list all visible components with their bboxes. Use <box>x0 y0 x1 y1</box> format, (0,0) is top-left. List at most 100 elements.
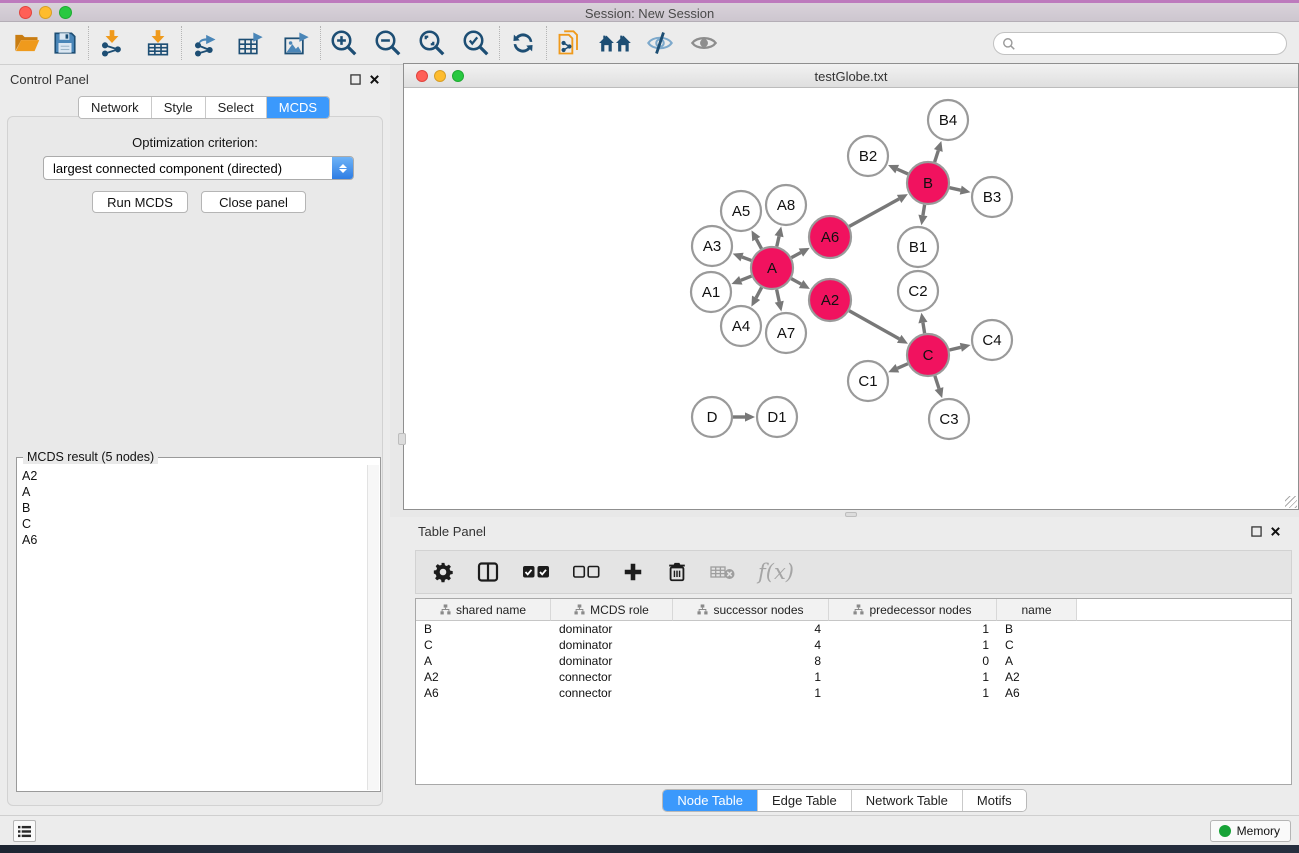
table-settings-icon[interactable] <box>432 561 454 583</box>
node-C1[interactable]: C1 <box>848 361 888 401</box>
refresh-icon[interactable] <box>508 28 538 58</box>
search-box[interactable] <box>993 32 1287 55</box>
export-image-icon[interactable] <box>282 28 312 58</box>
criterion-dropdown[interactable]: largest connected component (directed) <box>43 156 354 180</box>
cell[interactable]: 1 <box>673 669 829 685</box>
edge-A-A8[interactable] <box>775 226 784 246</box>
result-scrollbar[interactable] <box>367 465 379 790</box>
node-A6[interactable]: A6 <box>809 216 851 258</box>
run-mcds-button[interactable]: Run MCDS <box>92 191 188 213</box>
network-canvas[interactable]: B4B2BB3A5A8A6B1A3AA1C2A2A4A7C4CC1C3DD1 <box>404 88 1298 509</box>
cell[interactable]: 1 <box>673 685 829 701</box>
import-table-icon[interactable] <box>143 28 173 58</box>
table-row[interactable]: A2connector11A2 <box>416 669 1291 685</box>
result-item[interactable]: B <box>22 500 368 516</box>
node-A8[interactable]: A8 <box>766 185 806 225</box>
cell[interactable]: 1 <box>829 685 997 701</box>
cell[interactable]: 0 <box>829 653 997 669</box>
table-row[interactable]: A6connector11A6 <box>416 685 1291 701</box>
edge-A-A4[interactable] <box>751 287 761 306</box>
edge-A-A7[interactable] <box>775 290 784 312</box>
node-A3[interactable]: A3 <box>692 226 732 266</box>
cell[interactable]: C <box>997 637 1077 653</box>
tab-select[interactable]: Select <box>206 97 267 118</box>
column-header-MCDS-role[interactable]: MCDS role <box>551 599 673 621</box>
edge-B-B4[interactable] <box>934 141 943 162</box>
hide-selected-icon[interactable] <box>645 28 675 58</box>
open-file-icon[interactable] <box>12 28 42 58</box>
edge-C-C1[interactable] <box>888 364 908 373</box>
edge-A-A2[interactable] <box>791 279 810 289</box>
column-header-shared-name[interactable]: shared name <box>416 599 551 621</box>
column-header-name[interactable]: name <box>997 599 1077 621</box>
select-all-columns-icon[interactable] <box>522 564 550 580</box>
save-session-icon[interactable] <box>50 28 80 58</box>
node-D[interactable]: D <box>692 397 732 437</box>
table-row[interactable]: Bdominator41B <box>416 621 1291 637</box>
cell[interactable]: 1 <box>829 621 997 637</box>
close-panel-icon[interactable] <box>369 74 380 85</box>
clone-network-icon[interactable] <box>555 28 585 58</box>
edge-B-B3[interactable] <box>949 186 970 195</box>
import-network-icon[interactable] <box>97 28 127 58</box>
node-C2[interactable]: C2 <box>898 271 938 311</box>
column-header-predecessor-nodes[interactable]: predecessor nodes <box>829 599 997 621</box>
cell[interactable]: dominator <box>551 621 673 637</box>
search-input[interactable] <box>1021 37 1286 51</box>
add-column-icon[interactable] <box>622 561 644 583</box>
export-network-icon[interactable] <box>190 28 220 58</box>
cell[interactable]: C <box>416 637 551 653</box>
cell[interactable]: A6 <box>416 685 551 701</box>
node-C[interactable]: C <box>907 334 949 376</box>
tab-network-table[interactable]: Network Table <box>852 790 963 811</box>
node-D1[interactable]: D1 <box>757 397 797 437</box>
cell[interactable]: A6 <box>997 685 1077 701</box>
edge-C-C3[interactable] <box>935 376 944 398</box>
result-item[interactable]: A2 <box>22 468 368 484</box>
cell[interactable]: 1 <box>829 637 997 653</box>
node-C4[interactable]: C4 <box>972 320 1012 360</box>
cell[interactable]: A2 <box>416 669 551 685</box>
result-item[interactable]: A6 <box>22 532 368 548</box>
cell[interactable]: A2 <box>997 669 1077 685</box>
tab-style[interactable]: Style <box>152 97 206 118</box>
close-panel-button[interactable]: Close panel <box>201 191 306 213</box>
result-item[interactable]: C <box>22 516 368 532</box>
tab-edge-table[interactable]: Edge Table <box>758 790 852 811</box>
float-panel-icon[interactable] <box>350 74 361 85</box>
result-item[interactable]: A <box>22 484 368 500</box>
cell[interactable]: 4 <box>673 621 829 637</box>
export-table-icon[interactable] <box>236 28 266 58</box>
node-A[interactable]: A <box>751 247 793 289</box>
node-B1[interactable]: B1 <box>898 227 938 267</box>
memory-button[interactable]: Memory <box>1210 820 1291 842</box>
table-row[interactable]: Cdominator41C <box>416 637 1291 653</box>
edge-C-C2[interactable] <box>918 313 927 334</box>
tab-motifs[interactable]: Motifs <box>963 790 1026 811</box>
tab-node-table[interactable]: Node Table <box>663 790 758 811</box>
network-graph[interactable]: B4B2BB3A5A8A6B1A3AA1C2A2A4A7C4CC1C3DD1 <box>404 88 1298 509</box>
first-neighbors-icon[interactable] <box>597 28 635 58</box>
edge-B-B1[interactable] <box>918 205 927 226</box>
cell[interactable]: 8 <box>673 653 829 669</box>
node-A2[interactable]: A2 <box>809 279 851 321</box>
node-C3[interactable]: C3 <box>929 399 969 439</box>
edge-A2-C[interactable] <box>849 311 908 344</box>
zoom-out-icon[interactable] <box>373 28 403 58</box>
resize-grip[interactable] <box>1285 496 1297 508</box>
zoom-fit-icon[interactable] <box>417 28 447 58</box>
vertical-splitter-handle[interactable] <box>398 433 406 445</box>
zoom-selected-icon[interactable] <box>461 28 491 58</box>
destroy-table-icon[interactable] <box>710 563 736 581</box>
edge-A6-B[interactable] <box>849 194 908 226</box>
edge-A-A6[interactable] <box>791 248 809 258</box>
show-all-icon[interactable] <box>689 28 719 58</box>
close-table-panel-icon[interactable] <box>1270 526 1281 537</box>
node-A5[interactable]: A5 <box>721 191 761 231</box>
edge-A-A3[interactable] <box>733 253 752 262</box>
cell[interactable]: dominator <box>551 653 673 669</box>
edge-B-B2[interactable] <box>888 165 908 174</box>
node-B4[interactable]: B4 <box>928 100 968 140</box>
table-row[interactable]: Adominator80A <box>416 653 1291 669</box>
cell[interactable]: B <box>416 621 551 637</box>
